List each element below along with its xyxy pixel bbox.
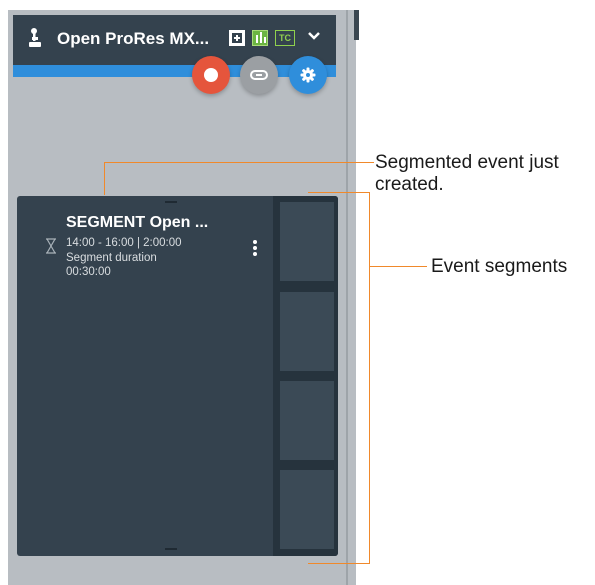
record-icon (204, 68, 218, 82)
header-accent-bar (13, 65, 336, 77)
callout-line (104, 162, 105, 195)
annotation-segmented-event: Segmented event just (375, 152, 559, 173)
callout-bracket (369, 192, 370, 564)
link-icon (250, 70, 268, 80)
panel-divider (346, 10, 348, 585)
settings-button[interactable] (289, 56, 327, 94)
record-button[interactable] (192, 56, 230, 94)
event-segment[interactable] (280, 292, 334, 371)
segment-duration-value: 00:30:00 (66, 266, 111, 278)
resize-handle-bottom[interactable] (165, 548, 177, 550)
hourglass-icon (46, 238, 56, 254)
plus-box-icon[interactable] (229, 30, 245, 46)
panel-edge (354, 10, 359, 40)
joystick-icon (29, 28, 41, 47)
levels-icon[interactable] (252, 30, 268, 46)
event-segment[interactable] (280, 202, 334, 281)
callout-line (308, 192, 370, 193)
chevron-down-icon[interactable] (307, 30, 321, 42)
callout-line (369, 266, 427, 267)
event-segment[interactable] (280, 381, 334, 460)
event-title: SEGMENT Open ... (66, 214, 209, 231)
annotation-segmented-event-cont: created. (375, 174, 444, 195)
event-segment[interactable] (280, 470, 334, 549)
event-time-range: 14:00 - 16:00 | 2:00:00 (66, 237, 182, 249)
gear-icon (300, 67, 316, 83)
annotation-event-segments: Event segments (431, 256, 568, 277)
more-options-icon[interactable] (251, 240, 259, 258)
link-button[interactable] (240, 56, 278, 94)
callout-line (308, 563, 370, 564)
callout-line (104, 162, 374, 163)
resize-handle-top[interactable] (165, 201, 177, 203)
timecode-badge[interactable]: TC (275, 30, 295, 46)
segment-duration-label: Segment duration (66, 252, 157, 264)
channel-title[interactable]: Open ProRes MX... (57, 29, 209, 49)
